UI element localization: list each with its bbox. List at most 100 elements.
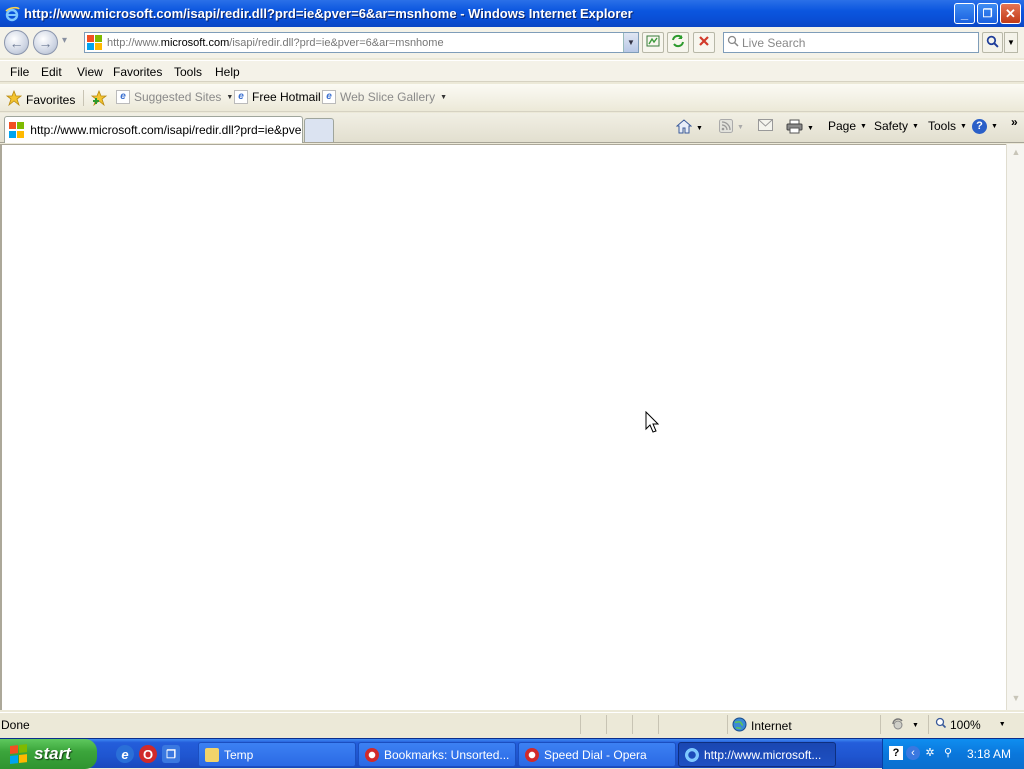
add-favorite-star-icon [90, 89, 109, 109]
home-button[interactable]: ▼ [675, 119, 703, 137]
recent-pages-dropdown[interactable]: ▾ [62, 35, 67, 46]
page-menu-button[interactable]: Page ▼ [828, 119, 867, 133]
close-button[interactable]: ✕ [1000, 3, 1021, 24]
compatibility-view-button[interactable] [642, 32, 664, 53]
tab-title: http://www.microsoft.com/isapi/redir.dll… [30, 123, 302, 137]
minimize-button[interactable]: _ [954, 3, 975, 24]
address-url[interactable]: http://www.microsoft.com/isapi/redir.dll… [107, 37, 623, 49]
favorites-button[interactable]: Favorites [5, 89, 76, 109]
help-tray-icon[interactable]: ? [889, 746, 903, 760]
protected-mode-button[interactable]: ▼ [890, 717, 919, 734]
home-icon [675, 119, 693, 137]
command-bar-overflow-button[interactable]: » [1011, 115, 1018, 129]
refresh-icon [671, 34, 685, 51]
feeds-button[interactable]: ▼ [719, 119, 744, 136]
ie-icon [685, 747, 699, 762]
free-hotmail-link[interactable]: e Free Hotmail [234, 90, 321, 104]
search-provider-icon [724, 35, 742, 50]
search-options-dropdown[interactable]: ▼ [1004, 32, 1018, 53]
tab-row: http://www.microsoft.com/isapi/redir.dll… [0, 113, 1024, 143]
taskbar-button-temp[interactable]: Temp [198, 742, 356, 767]
help-icon: ? [972, 119, 987, 134]
star-icon [5, 89, 23, 109]
start-button[interactable]: start [0, 739, 97, 769]
chevron-down-icon: ▼ [860, 122, 867, 130]
tab-active[interactable]: http://www.microsoft.com/isapi/redir.dll… [4, 116, 303, 143]
back-button[interactable]: ← [4, 30, 29, 55]
menu-edit[interactable]: Edit [41, 65, 62, 79]
title-bar: http://www.microsoft.com/isapi/redir.dll… [0, 0, 1024, 27]
forward-button[interactable]: → [33, 30, 58, 55]
web-slice-gallery-link[interactable]: e Web Slice Gallery ▼ [322, 90, 447, 104]
status-divider [727, 715, 728, 734]
menu-view[interactable]: View [77, 65, 103, 79]
search-button[interactable] [982, 32, 1003, 53]
safety-menu-button[interactable]: Safety ▼ [874, 119, 919, 133]
status-divider [632, 715, 633, 734]
search-box[interactable]: Live Search [723, 32, 979, 53]
chevron-down-icon: ▼ [440, 93, 448, 101]
taskbar-button-label: Speed Dial - Opera [544, 747, 647, 762]
page-menu-label: Page [828, 119, 857, 133]
status-divider [606, 715, 607, 734]
back-tray-icon[interactable]: ‹ [906, 746, 920, 760]
vertical-scrollbar[interactable]: ▲ ▼ [1006, 144, 1024, 710]
taskbar-button-speed-dial-opera[interactable]: Speed Dial - Opera [518, 742, 676, 767]
ie-page-icon: e [322, 90, 336, 104]
restore-button[interactable]: ❐ [977, 3, 998, 24]
new-tab-button[interactable] [304, 118, 334, 142]
help-menu-button[interactable]: ? ▼ [972, 119, 998, 134]
ie-page-icon: e [116, 90, 130, 104]
page-content-area[interactable] [0, 144, 1006, 710]
chevron-down-icon: ▼ [807, 124, 814, 132]
scroll-up-icon[interactable]: ▲ [1009, 147, 1023, 161]
taskbar-button-bookmarks-opera[interactable]: Bookmarks: Unsorted... [358, 742, 516, 767]
security-zone-label: Internet [751, 719, 792, 733]
menu-help[interactable]: Help [215, 65, 240, 79]
compatibility-view-icon [646, 34, 660, 51]
menu-favorites[interactable]: Favorites [113, 65, 162, 79]
quick-launch-opera-icon[interactable]: O [139, 745, 157, 763]
network-tray-icon[interactable]: ✲ [923, 746, 937, 760]
menu-bar: File Edit View Favorites Tools Help [0, 60, 1024, 82]
system-tray: ? ‹ ✲ ⚲ 3:18 AM [882, 739, 1024, 769]
close-icon: ✕ [1005, 5, 1016, 21]
ie-logo-icon [4, 6, 20, 22]
menu-file[interactable]: File [10, 65, 29, 79]
menu-tools[interactable]: Tools [174, 65, 202, 79]
search-tray-icon[interactable]: ⚲ [941, 746, 955, 760]
stop-icon [698, 35, 710, 50]
quick-launch-show-desktop-icon[interactable]: ❐ [162, 745, 180, 763]
favorites-label: Favorites [26, 92, 76, 107]
quick-launch-ie-icon[interactable]: e [116, 745, 134, 763]
rss-feed-icon [719, 119, 733, 136]
zoom-level-button[interactable]: 100% ▼ [935, 717, 1006, 732]
protected-mode-icon [890, 717, 906, 734]
address-bar[interactable]: http://www.microsoft.com/isapi/redir.dll… [84, 32, 639, 53]
favorites-bar: Favorites e Suggested Sites ▼ e Free Hot… [0, 84, 1024, 112]
chevron-down-icon: ▼ [696, 124, 703, 132]
search-input[interactable]: Live Search [742, 36, 805, 50]
read-mail-button[interactable] [758, 119, 773, 134]
add-to-favorites-bar-button[interactable] [90, 89, 109, 109]
taskbar-button-label: http://www.microsoft... [704, 747, 822, 762]
print-button[interactable]: ▼ [786, 119, 814, 137]
security-zone[interactable]: Internet [732, 717, 792, 735]
window-title: http://www.microsoft.com/isapi/redir.dll… [24, 6, 633, 21]
folder-icon [205, 747, 219, 762]
chevron-down-icon: ▼ [912, 722, 919, 729]
taskbar-button-internet-explorer[interactable]: http://www.microsoft... [678, 742, 836, 767]
chevron-down-icon: ▼ [1007, 38, 1015, 47]
taskbar: start e O ❐ Temp Bookmarks: Unsorted... … [0, 738, 1024, 769]
taskbar-button-label: Bookmarks: Unsorted... [384, 747, 510, 762]
address-dropdown-button[interactable]: ▼ [623, 33, 638, 52]
suggested-sites-link[interactable]: e Suggested Sites ▼ [116, 90, 233, 104]
chevron-down-icon: ▼ [991, 123, 998, 130]
scroll-down-icon[interactable]: ▼ [1009, 693, 1023, 707]
tools-menu-button[interactable]: Tools ▼ [928, 119, 967, 133]
refresh-button[interactable] [667, 32, 689, 53]
clock[interactable]: 3:18 AM [967, 747, 1011, 761]
suggested-sites-label: Suggested Sites [134, 90, 222, 104]
minimize-icon: _ [960, 6, 969, 21]
stop-button[interactable] [693, 32, 715, 53]
